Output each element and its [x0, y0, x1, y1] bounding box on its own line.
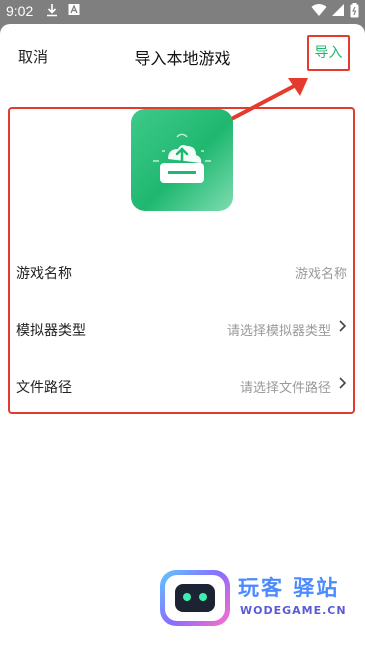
game-name-input[interactable]: 游戏名称	[295, 263, 347, 282]
import-local-game-sheet: 取消 导入本地游戏 导入 游戏名称 游戏名称 模拟器类型 请选择模拟器类型 文件…	[0, 24, 365, 650]
watermark-url: WODEGAME.CN	[240, 604, 347, 617]
file-path-label: 文件路径	[16, 380, 72, 396]
file-path-row[interactable]: 文件路径 请选择文件路径	[10, 366, 353, 406]
watermark-logo: 玩客 驿站 WODEGAME.CN	[160, 570, 360, 646]
chevron-right-icon	[338, 318, 347, 337]
chevron-right-icon	[338, 375, 347, 394]
emulator-type-label: 模拟器类型	[16, 323, 86, 339]
emulator-type-select[interactable]: 请选择模拟器类型	[227, 320, 331, 339]
game-name-label: 游戏名称	[16, 266, 72, 282]
game-name-row[interactable]: 游戏名称 游戏名称	[10, 252, 353, 292]
a-icon	[68, 3, 80, 20]
signal-icon	[331, 3, 345, 20]
game-import-icon	[131, 109, 233, 211]
battery-icon	[350, 3, 359, 21]
status-bar: 9:02	[0, 0, 365, 24]
file-path-select[interactable]: 请选择文件路径	[240, 377, 331, 396]
wifi-icon	[311, 3, 327, 20]
watermark-title: 玩客 驿站	[238, 576, 340, 600]
download-icon	[46, 3, 58, 20]
status-time: 9:02	[6, 3, 34, 19]
robot-logo-icon	[160, 570, 230, 626]
emulator-type-row[interactable]: 模拟器类型 请选择模拟器类型	[10, 309, 353, 349]
